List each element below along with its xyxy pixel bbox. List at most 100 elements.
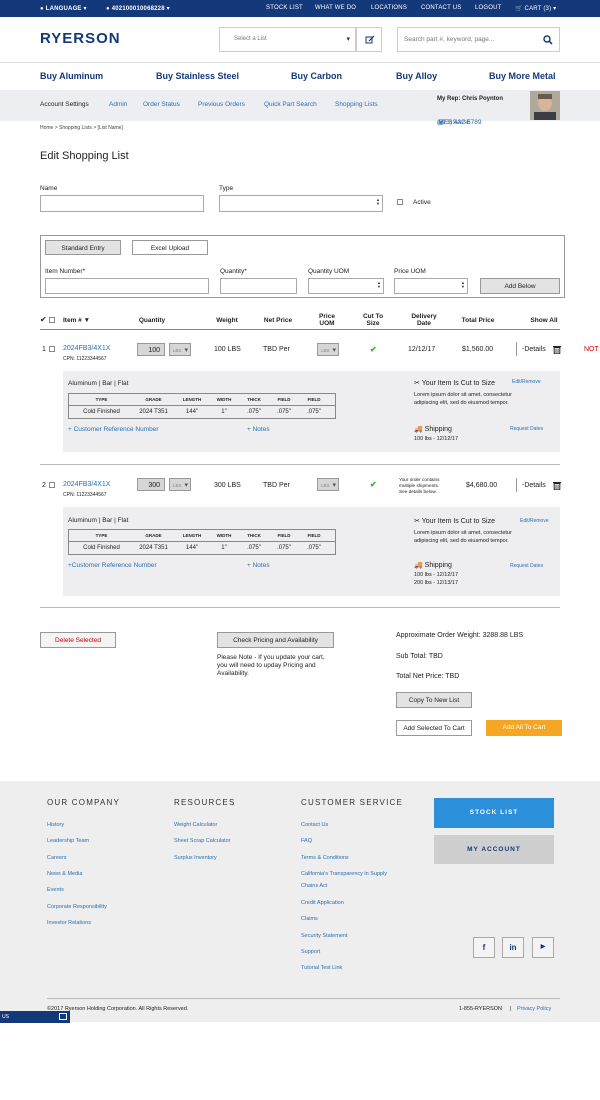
footer-link[interactable]: Corporate Responsibility [47, 904, 107, 910]
footer-link[interactable]: Chains Act [301, 883, 327, 889]
my-account-button[interactable]: MY ACCOUNT [434, 835, 554, 864]
trash-icon[interactable] [553, 345, 561, 354]
row-checkbox[interactable] [49, 346, 55, 352]
footer-phone[interactable]: 1-855-RYERSON [459, 1006, 502, 1012]
customer-reference-link[interactable]: +Customer Reference Number [68, 562, 157, 569]
search-icon[interactable] [543, 35, 553, 45]
customer-reference-link[interactable]: + Customer Reference Number [68, 426, 159, 433]
top-link-what-we-do[interactable]: WHAT WE DO [315, 5, 356, 11]
top-link-cart[interactable]: 🛒 CART (3) ▾ [515, 5, 556, 12]
footer-link[interactable]: Claims [301, 916, 318, 922]
add-below-button[interactable]: Add Below [480, 278, 560, 294]
request-dates-link[interactable]: Request Dates [510, 563, 543, 569]
quantity-input[interactable] [220, 278, 297, 294]
subnav-quick-part-search[interactable]: Quick Part Search [264, 101, 317, 108]
item-link[interactable]: 2024FB3/4X1X [63, 345, 110, 352]
add-all-to-cart-button[interactable]: Add All To Cart [486, 720, 562, 736]
details-toggle[interactable]: -Details [522, 346, 546, 353]
select-all-check-icon[interactable]: ✔ [40, 315, 47, 324]
subnav-shopping-lists[interactable]: Shopping Lists [335, 101, 378, 108]
logo[interactable]: RYERSON [40, 30, 121, 47]
trash-icon[interactable] [553, 481, 561, 490]
linkedin-icon[interactable]: in [502, 937, 524, 958]
subnav-account-settings[interactable]: Account Settings [40, 101, 89, 108]
footer-link[interactable]: Security Statement [301, 933, 347, 939]
top-link-stock-list[interactable]: STOCK LIST [266, 5, 303, 11]
footer-link[interactable]: News & Media [47, 871, 82, 877]
nav-buy-more-metal[interactable]: Buy More Metal [489, 71, 556, 81]
language-selector[interactable]: ● LANGUAGE ▾ [40, 5, 87, 12]
rep-message[interactable]: MESSAGE [438, 119, 470, 126]
cut-to-size-check-icon: ✔ [370, 345, 377, 354]
footer-link[interactable]: California's Transparency in Supply [301, 871, 387, 877]
subnav-previous-orders[interactable]: Previous Orders [198, 101, 245, 108]
footer-link[interactable]: History [47, 822, 64, 828]
select-all-checkbox[interactable] [49, 317, 55, 323]
row-price-uom-select[interactable]: LBS ▾ [317, 478, 339, 491]
copy-to-new-list-button[interactable]: Copy To New List [396, 692, 472, 708]
footer-link[interactable]: Tutorial Test Link [301, 965, 342, 971]
notes-link[interactable]: + Notes [247, 562, 270, 569]
price-uom-select[interactable]: ▲ ▼ [394, 278, 468, 294]
top-link-locations[interactable]: LOCATIONS [371, 5, 407, 11]
footer-link[interactable]: Careers [47, 855, 67, 861]
footer-link[interactable]: Events [47, 887, 64, 893]
row-uom-select[interactable]: LBS ▾ [169, 478, 191, 491]
item-link[interactable]: 2024FB3/4X1X [63, 481, 110, 488]
row-uom-select[interactable]: LBS ▾ [169, 343, 191, 356]
item-number-input[interactable] [45, 278, 209, 294]
top-link-logout[interactable]: LOGOUT [475, 5, 502, 11]
tab-excel-upload[interactable]: Excel Upload [132, 240, 208, 255]
row-checkbox[interactable] [49, 482, 55, 488]
nav-buy-alloy[interactable]: Buy Alloy [396, 71, 437, 81]
stock-list-button[interactable]: STOCK LIST [434, 798, 554, 828]
column-item[interactable]: Item # ▼ [63, 317, 90, 324]
footer-link[interactable]: Credit Application [301, 900, 344, 906]
subnav-order-status[interactable]: Order Status [143, 101, 180, 108]
type-select[interactable]: ▲ ▼ [219, 195, 383, 212]
row-quantity-input[interactable]: 100 [137, 343, 165, 356]
delete-selected-button[interactable]: Delete Selected [40, 632, 116, 648]
facebook-icon[interactable]: f [473, 937, 495, 958]
name-input[interactable] [40, 195, 204, 212]
footer-link[interactable]: Surplus Inventory [174, 855, 217, 861]
edit-remove-link[interactable]: Edit/Remove [512, 379, 541, 385]
top-link-contact-us[interactable]: CONTACT US [421, 5, 461, 11]
active-checkbox[interactable] [397, 199, 403, 205]
row-weight: 100 LBS [214, 346, 241, 353]
youtube-icon[interactable]: ▶ [532, 937, 554, 958]
breadcrumb[interactable]: Home > Shopping Lists > [List Name] [40, 125, 123, 131]
privacy-policy-link[interactable]: Privacy Policy [517, 1006, 551, 1012]
nav-buy-carbon[interactable]: Buy Carbon [291, 71, 342, 81]
nav-buy-aluminum[interactable]: Buy Aluminum [40, 71, 103, 81]
scissors-icon: ✂ [414, 518, 420, 525]
spec-value: 144" [185, 545, 199, 551]
footer-link[interactable]: FAQ [301, 838, 312, 844]
account-selector[interactable]: ● 402100010068228 ▾ [106, 5, 170, 12]
request-dates-link[interactable]: Request Dates [510, 426, 543, 432]
list-select[interactable]: Select a List ▾ [219, 27, 356, 52]
chat-widget[interactable]: US [0, 1011, 70, 1023]
row-price-uom-select[interactable]: LBS ▾ [317, 343, 339, 356]
notes-link[interactable]: + Notes [247, 426, 270, 433]
footer-link[interactable]: Contact Us [301, 822, 328, 828]
edit-remove-link[interactable]: Edit/Remove [520, 518, 549, 524]
details-toggle[interactable]: -Details [522, 482, 546, 489]
cut-to-size-title: ✂ Your Item Is Cut to Size [414, 518, 495, 525]
show-all-link[interactable]: Show All [526, 317, 562, 324]
add-selected-to-cart-button[interactable]: Add Selected To Cart [396, 720, 472, 736]
footer-link[interactable]: Investor Relations [47, 920, 91, 926]
footer-link[interactable]: Support [301, 949, 320, 955]
row-quantity-input[interactable]: 300 [137, 478, 165, 491]
footer-link[interactable]: Terms & Conditions [301, 855, 349, 861]
footer-link[interactable]: Leadership Team [47, 838, 89, 844]
subnav-admin[interactable]: Admin [109, 101, 127, 108]
check-pricing-button[interactable]: Check Pricing and Availability [217, 632, 334, 648]
edit-list-button[interactable] [356, 27, 382, 52]
search-input[interactable]: Search part #, keyword, page... [397, 27, 560, 52]
footer-link[interactable]: Weight Calculator [174, 822, 217, 828]
footer-link[interactable]: Sheet Scrap Calculator [174, 838, 231, 844]
nav-buy-stainless-steel[interactable]: Buy Stainless Steel [156, 71, 239, 81]
quantity-uom-select[interactable]: ▲ ▼ [308, 278, 384, 294]
tab-standard-entry[interactable]: Standard Entry [45, 240, 121, 255]
